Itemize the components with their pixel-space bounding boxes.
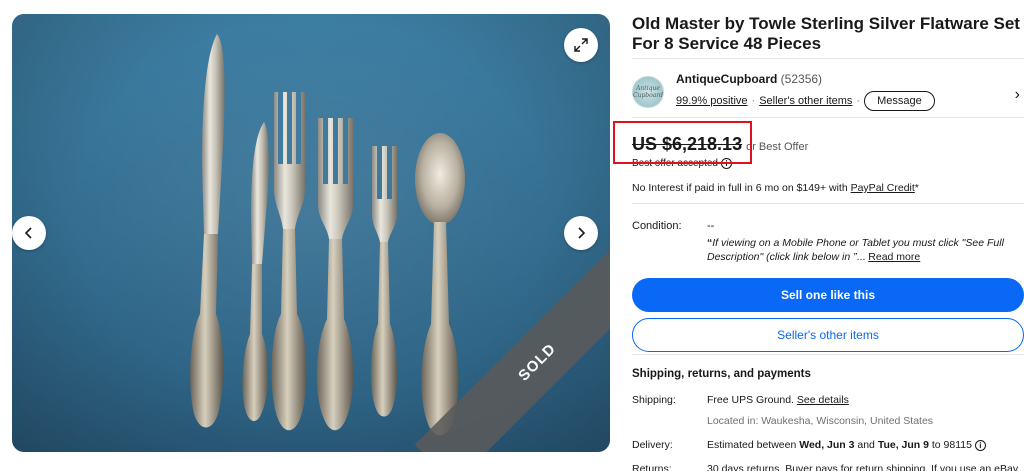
- expand-image-button[interactable]: [564, 28, 598, 62]
- divider-wrap: [632, 117, 1024, 118]
- shipping-method: UPS Ground.: [728, 394, 797, 406]
- delivery-end: Tue, Jun 9: [877, 439, 929, 451]
- listing-title: Old Master by Towle Sterling Silver Flat…: [632, 14, 1020, 53]
- delivery-and: and: [854, 439, 878, 451]
- condition-value: --: [707, 220, 715, 232]
- seller-positive-link[interactable]: 99.9% positive: [676, 95, 748, 107]
- delivery-label: Delivery:: [632, 439, 673, 451]
- separator-dot: ·: [856, 95, 861, 107]
- divider-wrap: [632, 203, 1024, 204]
- item-location: Located in: Waukesha, Wisconsin, United …: [707, 415, 934, 427]
- seller-links: 99.9% positive · Seller's other items · …: [676, 91, 935, 111]
- shipping-section: Shipping, returns, and payments Shipping…: [632, 368, 1024, 471]
- image-gallery[interactable]: SOLD: [12, 14, 610, 452]
- divider: [632, 117, 1024, 118]
- chevron-right-icon: [578, 227, 586, 239]
- paypal-credit-link[interactable]: PayPal Credit: [851, 182, 915, 194]
- chevron-left-icon: [24, 227, 32, 239]
- seller-avatar[interactable]: Antique Cupboard: [632, 76, 664, 108]
- luncheon-knife: [242, 122, 269, 421]
- price-highlight-box: [613, 121, 752, 164]
- condition-section: Condition: -- “If viewing on a Mobile Ph…: [632, 220, 1024, 270]
- see-details-link[interactable]: See details: [797, 394, 849, 406]
- divider: [632, 58, 1024, 59]
- info-icon[interactable]: i: [974, 440, 986, 451]
- message-button[interactable]: Message: [864, 91, 935, 111]
- shipping-value: Free UPS Ground. See details: [707, 394, 849, 406]
- teaspoon: [415, 133, 465, 436]
- returns-value: 30 days returns. Buyer pays for return s…: [707, 463, 1019, 471]
- dinner-fork: [271, 92, 307, 431]
- separator-dot: ·: [751, 95, 756, 107]
- read-more-link[interactable]: Read more: [868, 251, 920, 263]
- chevron-right-icon[interactable]: ›: [1015, 86, 1020, 104]
- condition-description-text: If viewing on a Mobile Phone or Tablet y…: [707, 237, 1004, 263]
- shipping-heading: Shipping, returns, and payments: [632, 368, 811, 380]
- shipping-label: Shipping:: [632, 394, 676, 406]
- financing-text: No Interest if paid in full in 6 mo on $…: [632, 182, 851, 194]
- previous-image-button[interactable]: [12, 216, 46, 250]
- expand-icon: [574, 38, 588, 52]
- condition-description: “If viewing on a Mobile Phone or Tablet …: [707, 236, 1007, 264]
- delivery-prefix: Estimated between: [707, 439, 800, 451]
- divider-wrap: [632, 354, 1024, 355]
- shipping-free: Free: [707, 394, 729, 406]
- seller-name[interactable]: AntiqueCupboard: [676, 72, 777, 86]
- seller-other-items-link[interactable]: Seller's other items: [759, 95, 852, 107]
- or-best-offer: or Best Offer: [746, 141, 809, 153]
- delivery-start: Wed, Jun 3: [799, 439, 855, 451]
- salad-fork: [316, 118, 354, 431]
- delivery-suffix: to 98115: [928, 439, 975, 451]
- ellipsis: ...: [856, 251, 869, 263]
- seller-name-row: AntiqueCupboard (52356): [676, 72, 822, 86]
- next-image-button[interactable]: [564, 216, 598, 250]
- financing-row: No Interest if paid in full in 6 mo on $…: [632, 178, 1024, 196]
- divider: [632, 354, 1024, 355]
- condition-label: Condition:: [632, 220, 682, 232]
- sell-one-like-this-button[interactable]: Sell one like this: [632, 278, 1024, 312]
- sellers-other-items-button[interactable]: Seller's other items: [632, 318, 1024, 352]
- listing-info: Old Master by Towle Sterling Silver Flat…: [632, 14, 1024, 54]
- financing-suffix: *: [914, 182, 919, 194]
- divider: [632, 203, 1024, 204]
- seller-section: [632, 58, 1024, 59]
- dinner-knife: [190, 34, 225, 428]
- returns-label: Returns:: [632, 463, 672, 471]
- seller-feedback-count: (52356): [780, 72, 823, 86]
- cocktail-fork: [370, 146, 398, 417]
- delivery-value: Estimated between Wed, Jun 3 and Tue, Ju…: [707, 439, 986, 451]
